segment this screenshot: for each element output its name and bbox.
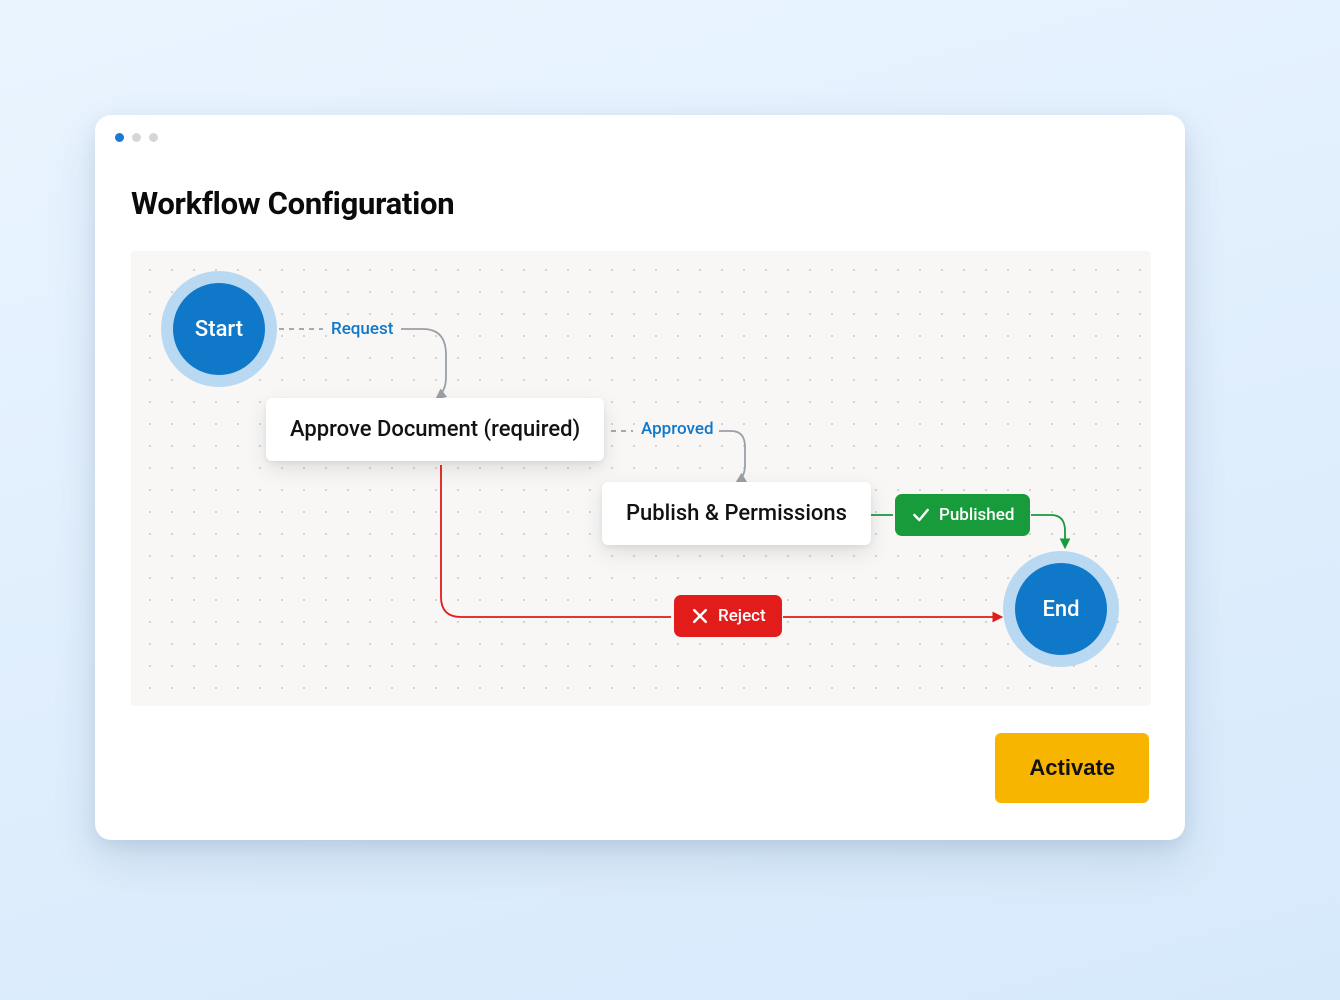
task-publish-permissions[interactable]: Publish & Permissions — [602, 482, 871, 545]
window-controls — [115, 133, 158, 142]
activate-button[interactable]: Activate — [995, 733, 1149, 803]
status-reject-label: Reject — [718, 606, 766, 626]
status-published[interactable]: Published — [895, 494, 1030, 536]
status-reject[interactable]: Reject — [674, 595, 782, 637]
workflow-canvas[interactable]: Start Request Approve Document (required… — [131, 251, 1151, 706]
end-node[interactable]: End — [1003, 551, 1119, 667]
close-icon — [690, 606, 710, 626]
page-title: Workflow Configuration — [131, 185, 454, 222]
task-approve-document[interactable]: Approve Document (required) — [266, 398, 604, 461]
status-published-label: Published — [939, 505, 1014, 525]
edge-label-approved: Approved — [637, 419, 718, 439]
window-dot[interactable] — [149, 133, 158, 142]
workflow-edges — [131, 251, 1151, 706]
start-node[interactable]: Start — [161, 271, 277, 387]
app-window: Workflow Configuration — [95, 115, 1185, 840]
start-node-label: Start — [173, 283, 265, 375]
check-icon — [911, 505, 931, 525]
end-node-label: End — [1015, 563, 1107, 655]
edge-label-request: Request — [327, 319, 397, 339]
window-dot[interactable] — [132, 133, 141, 142]
window-dot-active[interactable] — [115, 133, 124, 142]
